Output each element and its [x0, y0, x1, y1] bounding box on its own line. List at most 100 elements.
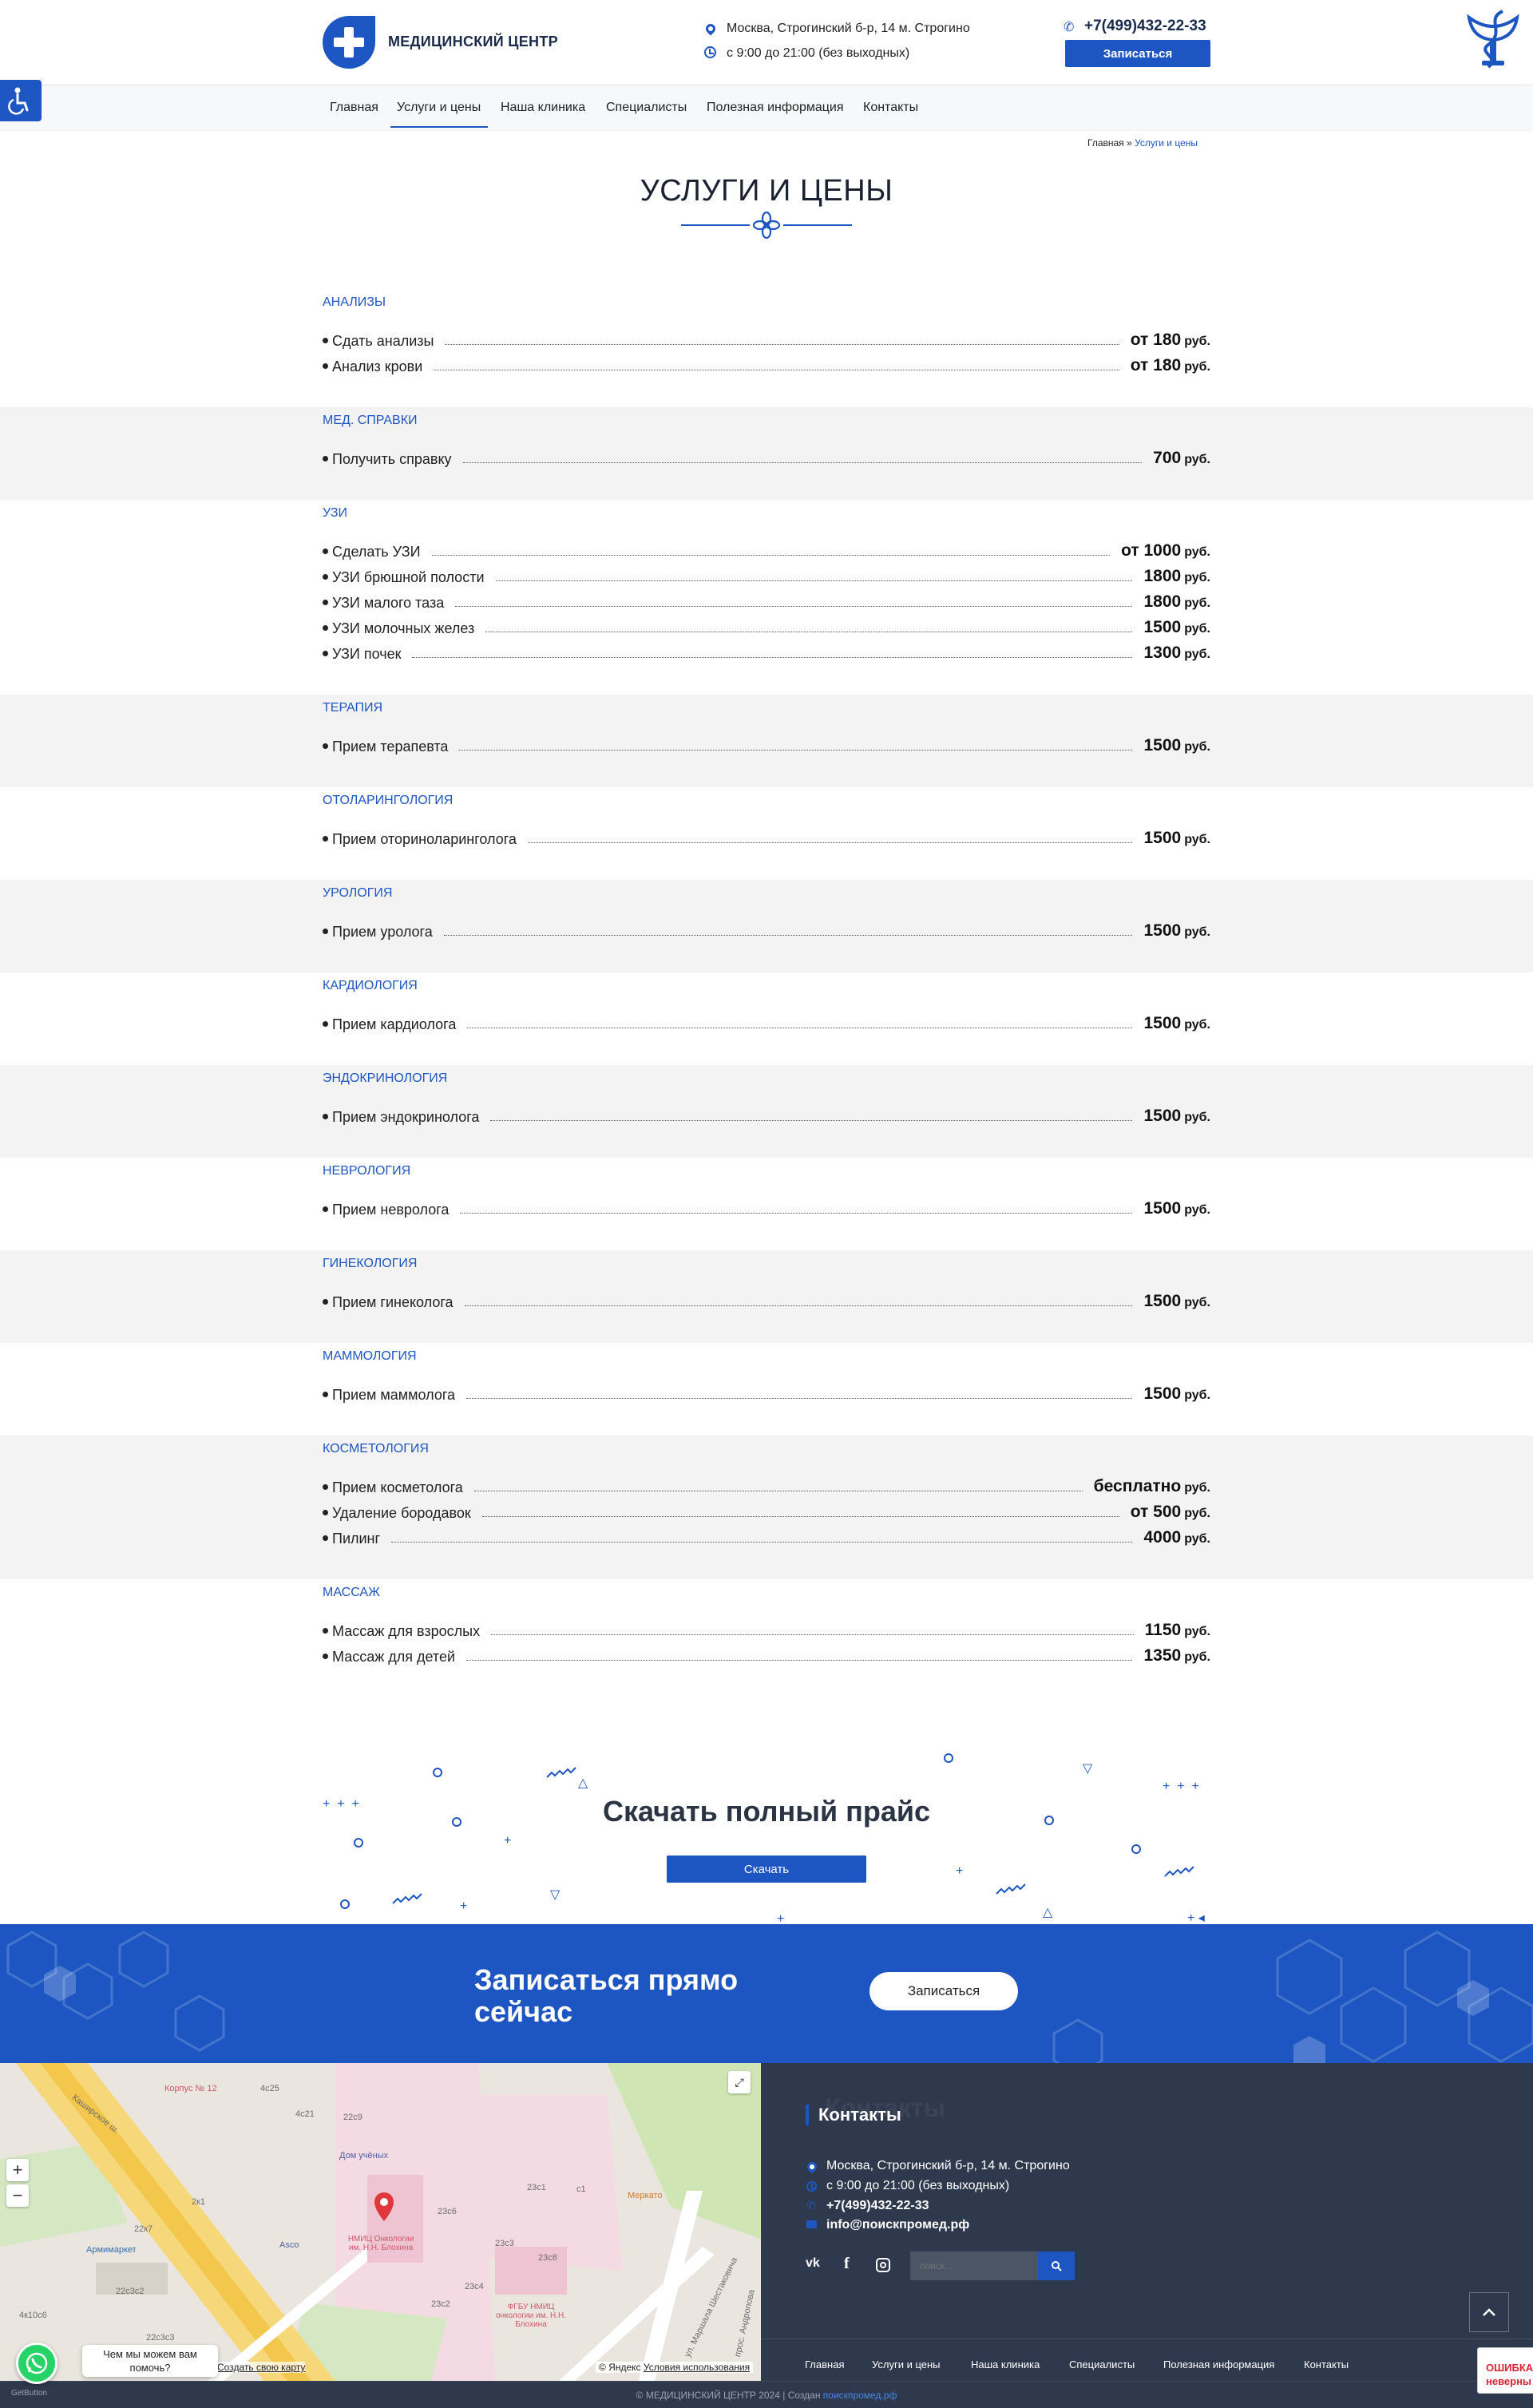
price-row: Прием косметолога бесплатно руб. — [323, 1474, 1210, 1496]
price-row: Анализ крови от 180 руб. — [323, 353, 1210, 375]
service-name: Прием кардиолога — [332, 1016, 457, 1032]
footer-nav-specialists[interactable]: Специалисты — [1069, 2358, 1135, 2370]
plus-decoration: + — [956, 1864, 964, 1878]
bullet-icon — [323, 549, 328, 554]
service-price: от 500 руб. — [1131, 1503, 1210, 1522]
map-label: 23с3 — [495, 2239, 514, 2248]
price-category-title: МЕД. СПРАВКИ — [323, 414, 418, 427]
zigzag-decoration — [1164, 1866, 1194, 1877]
price-category-section: КАРДИОЛОГИЯ Прием кардиолога 1500 руб. — [0, 972, 1533, 1065]
service-price: от 180 руб. — [1131, 331, 1210, 350]
bullet-icon — [323, 651, 328, 656]
chat-prompt-bubble[interactable]: Чем мы можем вам помочь? — [82, 2345, 218, 2377]
download-button[interactable]: Скачать — [667, 1856, 866, 1883]
phone-icon: ✆ — [806, 2199, 816, 2212]
service-name: Прием терапевта — [332, 739, 449, 754]
copyright-link[interactable]: поискпромед.рф — [823, 2390, 897, 2401]
scroll-to-top-button[interactable] — [1469, 2292, 1509, 2332]
service-name: Массаж для детей — [332, 1649, 456, 1665]
instagram-icon[interactable] — [876, 2258, 890, 2272]
price-currency: руб. — [1184, 453, 1210, 466]
triangle-decoration: ▽ — [550, 1888, 561, 1902]
service-price: 1500 руб. — [1143, 736, 1210, 755]
footer-nav-contacts[interactable]: Контакты — [1304, 2358, 1349, 2370]
triangle-decoration: ▽ — [1083, 1762, 1093, 1776]
bullet-icon — [323, 1114, 328, 1119]
nav-useful-info[interactable]: Полезная информация — [707, 101, 844, 115]
facebook-icon[interactable]: f — [844, 2255, 850, 2273]
price-row: Получить справку 700 руб. — [323, 446, 1210, 468]
logo-text[interactable]: МЕДИЦИНСКИЙ ЦЕНТР — [388, 34, 558, 50]
circle-decoration — [1131, 1844, 1141, 1854]
accessibility-button[interactable] — [0, 80, 42, 121]
price-category-title: АНАЛИЗЫ — [323, 295, 386, 309]
price-category-section: УЗИ Сделать УЗИ от 1000 руб. УЗИ брюшной пол… — [0, 500, 1533, 695]
whatsapp-button[interactable] — [16, 2343, 57, 2384]
dotted-leader — [466, 1398, 1133, 1399]
contacts-email[interactable]: info@поискпромед.рф — [826, 2218, 969, 2232]
service-name: Сделать УЗИ — [332, 544, 421, 560]
price-value: 1500 — [1143, 1107, 1182, 1125]
price-category-section: АНАЛИЗЫ Сдать анализы от 180 руб. Анализ кро… — [0, 289, 1533, 407]
price-value: 700 — [1153, 449, 1182, 467]
breadcrumb: Главная » Услуги и цены — [1087, 137, 1198, 149]
service-price: 1500 руб. — [1143, 1199, 1210, 1218]
map-label: 4с25 — [260, 2084, 279, 2093]
price-currency: руб. — [1184, 1507, 1210, 1520]
map-copyright: © Яндекс — [599, 2362, 641, 2373]
dotted-leader — [459, 750, 1133, 751]
nav-home[interactable]: Главная — [330, 101, 378, 115]
dotted-leader — [466, 1660, 1133, 1661]
price-value: от 1000 — [1121, 541, 1182, 560]
header-phone[interactable]: +7(499)432-22-33 — [1084, 18, 1206, 35]
price-currency: руб. — [1184, 925, 1210, 939]
nav-contacts[interactable]: Контакты — [863, 101, 918, 115]
price-category-title: КАРДИОЛОГИЯ — [323, 979, 418, 992]
price-row: Сдать анализы от 180 руб. — [323, 327, 1210, 350]
service-price: 1800 руб. — [1143, 592, 1210, 612]
bullet-icon — [323, 1299, 328, 1305]
service-price: бесплатно руб. — [1094, 1477, 1210, 1496]
footer-nav-clinic[interactable]: Наша клиника — [971, 2358, 1040, 2370]
copyright-text: © МЕДИЦИНСКИЙ ЦЕНТР 2024 | Создан — [636, 2390, 821, 2401]
price-currency: руб. — [1184, 1532, 1210, 1546]
price-row: Массаж для детей 1350 руб. — [323, 1643, 1210, 1665]
service-price: от 1000 руб. — [1121, 541, 1210, 560]
service-name: Анализ крови — [332, 358, 423, 374]
breadcrumb-home[interactable]: Главная — [1087, 137, 1124, 149]
bullet-icon — [323, 363, 328, 369]
footer-nav-home[interactable]: Главная — [805, 2358, 844, 2370]
service-name: УЗИ почек — [332, 646, 402, 662]
price-row: УЗИ малого таза 1800 руб. — [323, 589, 1210, 612]
getbutton-credit[interactable]: GetButton — [11, 2389, 47, 2398]
price-category-section: ГИНЕКОЛОГИЯ Прием гинеколога 1500 руб. — [0, 1250, 1533, 1343]
map-create-link[interactable]: Создать свою карту — [217, 2362, 306, 2373]
map-zoom-in-button[interactable]: + — [6, 2159, 29, 2181]
map-label: 2к1 — [192, 2197, 206, 2207]
cross-logo-icon[interactable] — [323, 16, 375, 69]
pharmacy-bowl-icon — [1467, 10, 1519, 69]
search-button[interactable] — [1038, 2252, 1075, 2280]
nav-clinic[interactable]: Наша клиника — [501, 101, 585, 115]
yandex-map[interactable]: Корпус № 12 Каширское ш. Дом учёных НМИЦ… — [0, 2063, 761, 2381]
cta-book-button[interactable]: Записаться — [869, 1972, 1018, 2010]
footer-nav-services[interactable]: Услуги и цены — [872, 2358, 941, 2370]
zigzag-decoration — [996, 1883, 1026, 1895]
header-book-button[interactable]: Записаться — [1065, 40, 1210, 67]
map-terms-link[interactable]: Условия использования — [644, 2362, 750, 2373]
vk-icon[interactable]: vk — [806, 2256, 820, 2271]
search-input[interactable] — [910, 2252, 1038, 2280]
cta-title: Записаться прямо сейчас — [474, 1963, 739, 2028]
contacts-phone[interactable]: +7(499)432-22-33 — [826, 2199, 929, 2213]
whatsapp-icon — [26, 2352, 48, 2374]
nav-services[interactable]: Услуги и цены — [397, 101, 481, 115]
price-currency: руб. — [1184, 596, 1210, 610]
error-report-badge[interactable]: ОШИБКА неверны — [1477, 2347, 1533, 2394]
map-marker-icon[interactable] — [372, 2191, 396, 2223]
map-zoom-out-button[interactable]: − — [6, 2184, 29, 2207]
map-fullscreen-icon[interactable]: ⤢ — [728, 2071, 751, 2093]
footer-nav-useful-info[interactable]: Полезная информация — [1163, 2358, 1274, 2370]
nav-specialists[interactable]: Специалисты — [606, 101, 687, 115]
service-name: Сдать анализы — [332, 333, 434, 349]
breadcrumb-separator: » — [1127, 137, 1132, 149]
